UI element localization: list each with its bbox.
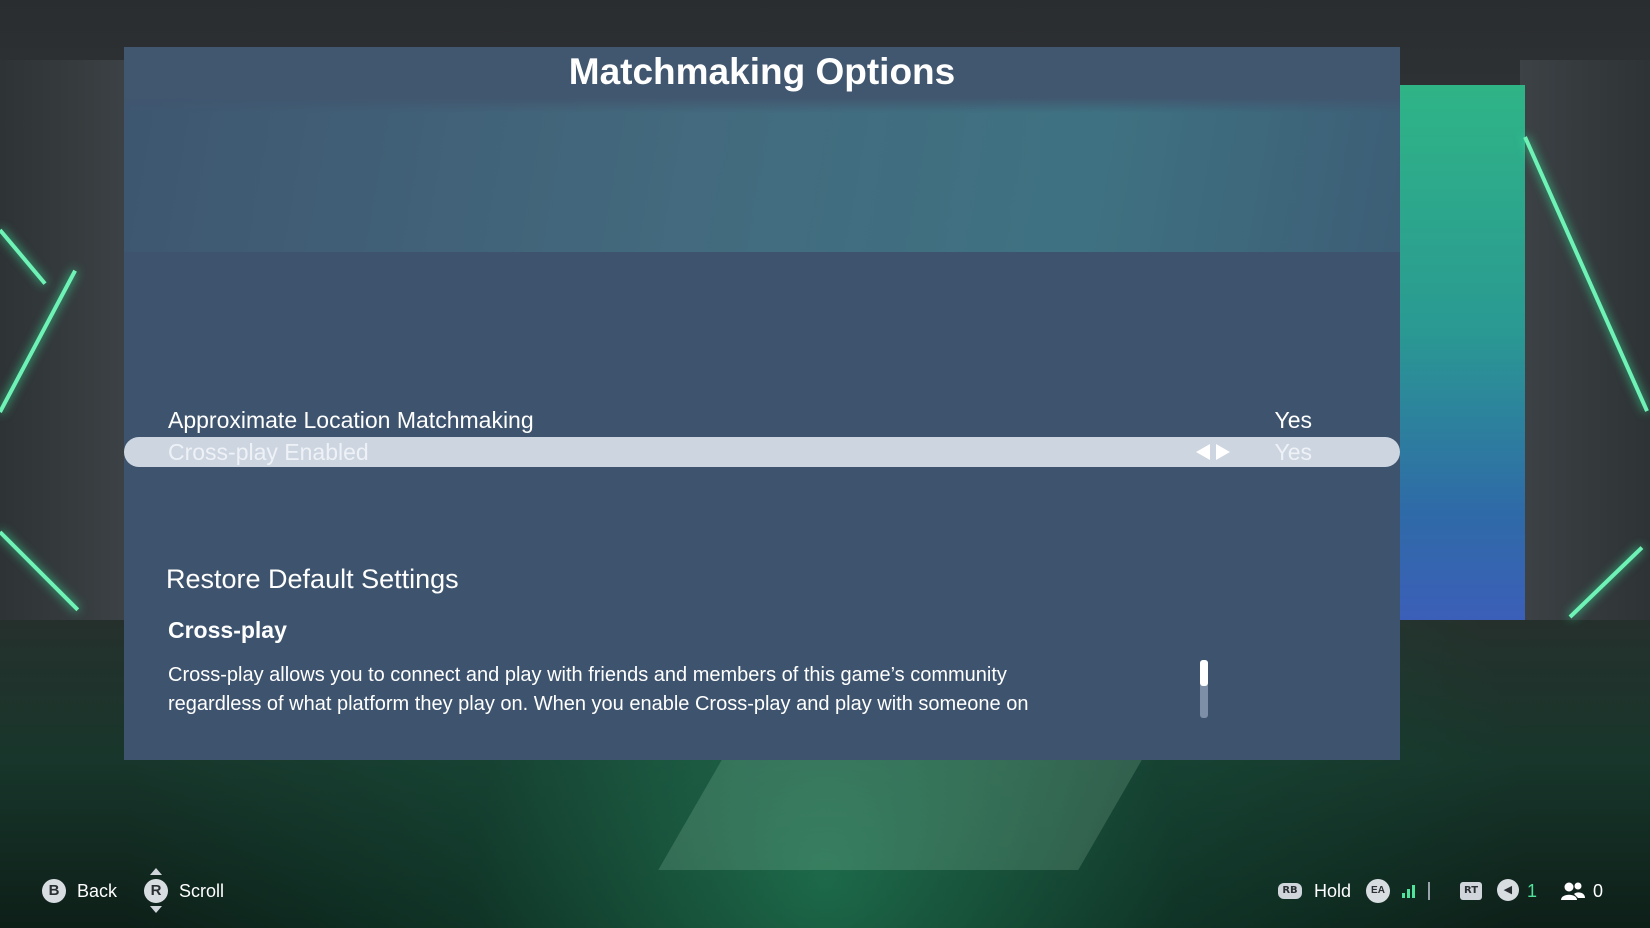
description-scrollbar[interactable] bbox=[1200, 660, 1208, 718]
setting-label: Cross-play Enabled bbox=[168, 439, 369, 465]
footer-controls: B Back R Scroll RB Hold EA RT ◂ 1 0 bbox=[0, 868, 1650, 913]
b-button-icon: B bbox=[42, 879, 66, 903]
arrow-left-icon[interactable] bbox=[1196, 444, 1210, 460]
setting-value: Yes bbox=[1274, 407, 1312, 433]
players-icon bbox=[1560, 881, 1586, 901]
description-line: regardless of what platform they play on… bbox=[168, 693, 1029, 715]
scroll-label[interactable]: Scroll bbox=[179, 879, 224, 903]
volume-count: 1 bbox=[1527, 881, 1538, 901]
setting-row-location-matchmaking[interactable]: Approximate Location Matchmaking Yes bbox=[124, 405, 1400, 435]
description-line: Cross-play allows you to connect and pla… bbox=[168, 664, 1007, 686]
scroll-thumb[interactable] bbox=[1200, 660, 1208, 686]
restore-defaults-button[interactable]: Restore Default Settings bbox=[166, 562, 459, 596]
players-count: 0 bbox=[1593, 881, 1604, 901]
hold-label[interactable]: Hold bbox=[1314, 879, 1351, 903]
background-screen bbox=[1390, 85, 1525, 620]
background-wall-right bbox=[1520, 60, 1650, 620]
arrow-right-icon[interactable] bbox=[1216, 444, 1230, 460]
setting-value: Yes bbox=[1274, 439, 1312, 465]
signal-bars-icon bbox=[1402, 884, 1415, 898]
speaker-icon: ◂ bbox=[1497, 879, 1519, 901]
scroll-down-icon bbox=[150, 906, 162, 913]
rb-button-icon: RB bbox=[1278, 883, 1302, 899]
page-title: Matchmaking Options bbox=[568, 51, 956, 92]
ea-logo-icon: EA bbox=[1366, 879, 1390, 903]
options-panel: Matchmaking Options Approximate Location… bbox=[124, 47, 1400, 760]
background-floor-logo bbox=[658, 760, 1142, 870]
setting-label: Approximate Location Matchmaking bbox=[168, 407, 534, 433]
divider bbox=[1428, 882, 1430, 900]
r-stick-icon: R bbox=[144, 879, 168, 903]
value-arrows[interactable] bbox=[1196, 444, 1230, 460]
rt-button-icon: RT bbox=[1460, 882, 1482, 900]
background-wall-left bbox=[0, 60, 130, 620]
scroll-up-icon bbox=[150, 868, 162, 875]
description-text: Cross-play allows you to connect and pla… bbox=[168, 661, 1128, 719]
back-label[interactable]: Back bbox=[77, 879, 117, 903]
description-title: Cross-play bbox=[168, 617, 287, 643]
setting-row-crossplay-selected[interactable]: Cross-play Enabled Yes bbox=[124, 437, 1400, 467]
